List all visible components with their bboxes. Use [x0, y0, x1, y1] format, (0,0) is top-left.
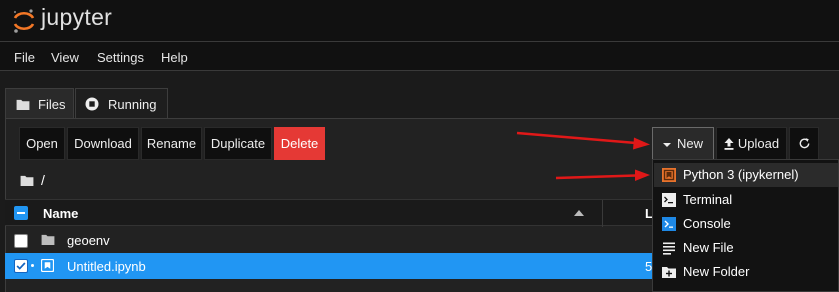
caret-down-icon: [662, 142, 671, 147]
open-button[interactable]: Open: [19, 127, 65, 160]
column-divider[interactable]: [602, 200, 603, 227]
refresh-button[interactable]: [789, 127, 819, 160]
tab-files-label: Files: [38, 97, 66, 112]
duplicate-button[interactable]: Duplicate: [204, 127, 272, 160]
menu-item-label: Console: [683, 216, 731, 231]
breadcrumb-path[interactable]: /: [41, 172, 45, 188]
console-icon: [662, 217, 676, 231]
new-console-item[interactable]: Console: [654, 212, 838, 236]
upload-button[interactable]: Upload: [716, 127, 787, 160]
folder-icon: [16, 99, 30, 110]
column-name-header[interactable]: Name: [43, 206, 78, 221]
tab-running-label: Running: [108, 97, 157, 112]
upload-icon: [724, 137, 734, 150]
row-name: Untitled.ipynb: [67, 259, 146, 274]
menu-bar: File View Settings Help: [0, 43, 839, 71]
new-button[interactable]: New: [652, 127, 714, 160]
jupyter-logo-icon: [13, 9, 35, 33]
new-file-item[interactable]: New File: [654, 236, 838, 260]
row-checkbox[interactable]: [14, 234, 28, 248]
new-button-label: New: [676, 136, 703, 151]
menu-settings[interactable]: Settings: [97, 50, 144, 65]
file-lines-icon: [663, 242, 675, 255]
folder-icon[interactable]: [20, 175, 34, 186]
menu-item-label: Python 3 (ipykernel): [683, 167, 799, 182]
refresh-icon: [799, 138, 809, 149]
stop-circle-icon: [85, 97, 99, 111]
new-dropdown-menu: Python 3 (ipykernel) Terminal Console Ne…: [652, 159, 839, 292]
breadcrumb: /: [20, 172, 45, 188]
new-terminal-item[interactable]: Terminal: [654, 188, 838, 212]
jupyter-logo-text: jupyter: [41, 4, 113, 30]
menu-view[interactable]: View: [51, 50, 79, 65]
rename-button[interactable]: Rename: [141, 127, 202, 160]
new-python-kernel-item[interactable]: Python 3 (ipykernel): [654, 163, 838, 187]
upload-button-label: Upload: [737, 136, 780, 151]
tab-running[interactable]: Running: [75, 88, 168, 119]
delete-button[interactable]: Delete: [274, 127, 325, 160]
check-icon: [16, 262, 26, 270]
row-name: geoenv: [67, 233, 110, 248]
terminal-icon: [662, 193, 676, 207]
folder-icon: [41, 234, 55, 245]
new-folder-item[interactable]: New Folder: [654, 260, 838, 284]
menu-file[interactable]: File: [14, 50, 35, 65]
new-folder-icon: [662, 267, 676, 278]
download-button[interactable]: Download: [67, 127, 139, 160]
tab-files[interactable]: Files: [5, 88, 74, 119]
menu-item-label: New Folder: [683, 264, 750, 279]
menu-help[interactable]: Help: [161, 50, 188, 65]
sort-ascending-icon[interactable]: [574, 210, 584, 216]
python-kernel-icon: [662, 168, 676, 182]
menu-item-label: Terminal: [683, 192, 733, 207]
select-all-checkbox[interactable]: [14, 206, 28, 220]
row-checkbox[interactable]: [14, 259, 28, 273]
top-header: jupyter: [0, 0, 839, 42]
notebook-icon: [41, 259, 54, 272]
running-indicator: [31, 264, 34, 267]
menu-item-label: New File: [683, 240, 734, 255]
